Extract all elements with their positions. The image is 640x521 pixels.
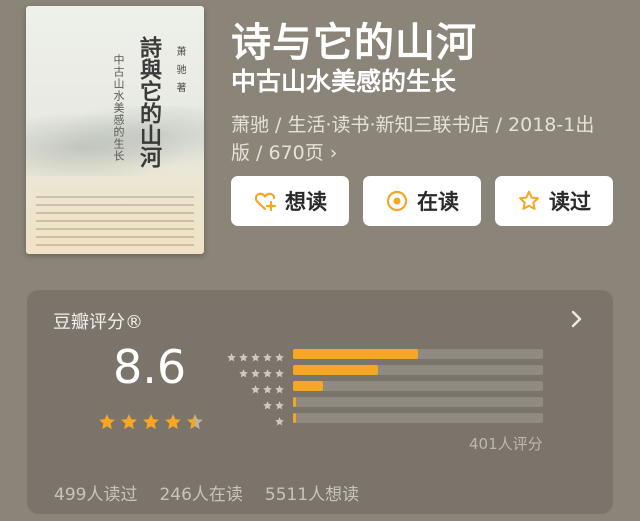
small-star-icon bbox=[274, 364, 285, 378]
row-stars bbox=[223, 412, 285, 426]
rating-row-5-star bbox=[223, 348, 553, 364]
book-title: 诗与它的山河 bbox=[231, 20, 477, 66]
cover-subtitle: 中古山水美感的生长 bbox=[112, 54, 125, 162]
small-star-icon bbox=[274, 380, 285, 394]
rating-star-icon bbox=[163, 412, 183, 432]
have-read-button[interactable]: 读过 bbox=[495, 176, 613, 226]
cover-blurb bbox=[36, 196, 194, 246]
stat-reading[interactable]: 246人在读 bbox=[159, 480, 242, 505]
cover-author: 萧驰著 bbox=[174, 46, 185, 100]
rating-row-3-star bbox=[223, 380, 553, 396]
rating-score: 8.6 bbox=[113, 340, 187, 394]
reading-button[interactable]: 在读 bbox=[363, 176, 481, 226]
rating-title: 豆瓣评分® bbox=[53, 312, 143, 333]
reader-stats: 499人读过 246人在读 5511人想读 bbox=[54, 480, 359, 505]
book-cover[interactable]: 詩與它的山河 中古山水美感的生长 萧驰著 bbox=[26, 6, 204, 254]
want-to-read-button[interactable]: 想读 bbox=[231, 176, 349, 226]
rating-star-icon bbox=[141, 412, 161, 432]
cover-calligraphy-title: 詩與它的山河 bbox=[136, 36, 162, 168]
small-star-icon bbox=[250, 348, 261, 362]
book-meta[interactable]: 萧驰 / 生活·读书·新知三联书店 / 2018-1出 版 / 670页 › bbox=[231, 111, 616, 167]
chevron-right-icon[interactable] bbox=[569, 308, 585, 330]
rating-bar-track bbox=[293, 365, 543, 375]
star-outline-icon bbox=[519, 190, 539, 210]
book-meta-line-2: 版 / 670页 › bbox=[231, 142, 338, 164]
small-star-icon bbox=[238, 348, 249, 362]
rating-star-icon bbox=[185, 412, 205, 432]
small-star-icon bbox=[250, 380, 261, 394]
small-star-icon bbox=[262, 396, 273, 410]
rating-bar-fill bbox=[293, 381, 323, 391]
rating-row-4-star bbox=[223, 364, 553, 380]
rating-bar-fill bbox=[293, 413, 296, 423]
rating-bar-track bbox=[293, 397, 543, 407]
rating-bar-track bbox=[293, 349, 543, 359]
small-star-icon bbox=[226, 348, 237, 362]
rating-count[interactable]: 401人评分 bbox=[469, 433, 543, 454]
rating-star-icon bbox=[97, 412, 117, 432]
small-star-icon bbox=[274, 396, 285, 410]
rating-panel[interactable]: 豆瓣评分® 8.6 401人评分 499人读过 246人在读 5511人想读 bbox=[27, 290, 613, 514]
rating-bar-fill bbox=[293, 365, 378, 375]
target-icon bbox=[386, 190, 408, 212]
reading-label: 在读 bbox=[417, 190, 459, 214]
rating-row-2-star bbox=[223, 396, 553, 412]
stat-read[interactable]: 499人读过 bbox=[54, 480, 137, 505]
rating-bar-track bbox=[293, 381, 543, 391]
row-stars bbox=[223, 364, 285, 378]
small-star-icon bbox=[250, 364, 261, 378]
stat-want[interactable]: 5511人想读 bbox=[265, 480, 359, 505]
rating-stars bbox=[97, 412, 205, 432]
small-star-icon bbox=[238, 364, 249, 378]
rating-bar-fill bbox=[293, 349, 418, 359]
small-star-icon bbox=[262, 380, 273, 394]
rating-bar-track bbox=[293, 413, 543, 423]
rating-star-icon bbox=[119, 412, 139, 432]
small-star-icon bbox=[262, 364, 273, 378]
book-meta-line-1: 萧驰 / 生活·读书·新知三联书店 / 2018-1出 bbox=[231, 114, 595, 136]
small-star-icon bbox=[262, 348, 273, 362]
want-to-read-label: 想读 bbox=[285, 190, 327, 214]
have-read-label: 读过 bbox=[549, 190, 591, 214]
book-subtitle: 中古山水美感的生长 bbox=[231, 67, 457, 96]
rating-row-1-star bbox=[223, 412, 553, 428]
small-star-icon bbox=[274, 348, 285, 362]
row-stars bbox=[223, 396, 285, 410]
heart-plus-icon bbox=[254, 192, 277, 212]
row-stars bbox=[223, 348, 285, 362]
row-stars bbox=[223, 380, 285, 394]
rating-bar-fill bbox=[293, 397, 296, 407]
small-star-icon bbox=[274, 412, 285, 426]
